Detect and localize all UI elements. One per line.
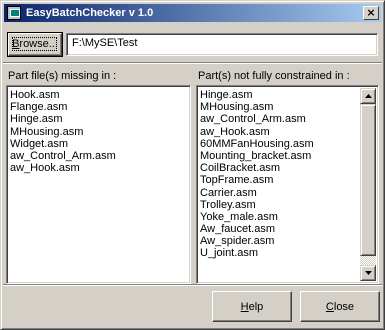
help-label: Help bbox=[240, 301, 264, 313]
title-bar[interactable]: EasyBatchChecker v 1.0 × bbox=[4, 4, 381, 22]
browse-label: Browse... bbox=[12, 38, 58, 50]
not-constrained-list[interactable]: Hinge.asm MHousing.asm aw_Control_Arm.as… bbox=[196, 85, 379, 284]
window-title: EasyBatchChecker v 1.0 bbox=[26, 7, 154, 19]
list-item[interactable]: Hinge.asm bbox=[200, 89, 314, 101]
list-item[interactable]: aw_Hook.asm bbox=[200, 126, 314, 138]
scroll-up-arrow-icon bbox=[365, 94, 372, 98]
scrollbar-thumb[interactable] bbox=[360, 104, 376, 256]
list-item[interactable]: CoilBracket.asm bbox=[200, 162, 314, 174]
help-button[interactable]: Help bbox=[212, 291, 292, 322]
top-divider bbox=[3, 62, 382, 64]
list-item[interactable]: aw_Hook.asm bbox=[10, 162, 116, 174]
not-constrained-items: Hinge.asm MHousing.asm aw_Control_Arm.as… bbox=[200, 89, 314, 260]
close-label: Close bbox=[325, 301, 355, 313]
list-item[interactable]: U_joint.asm bbox=[200, 247, 314, 259]
list-item[interactable]: aw_Control_Arm.asm bbox=[200, 113, 314, 125]
list-item[interactable]: TopFrame.asm bbox=[200, 174, 314, 186]
folder-path-field[interactable]: F:\MySE\Test bbox=[66, 33, 378, 56]
scroll-down-arrow-icon bbox=[365, 271, 372, 275]
vertical-scrollbar[interactable] bbox=[360, 88, 376, 281]
scroll-down-button[interactable] bbox=[360, 265, 376, 281]
folder-path-value: F:\MySE\Test bbox=[72, 37, 138, 49]
close-button[interactable]: Close bbox=[300, 291, 380, 322]
list-item[interactable]: aw_Control_Arm.asm bbox=[10, 150, 116, 162]
browse-button[interactable]: Browse... bbox=[7, 32, 63, 57]
list-item[interactable]: Trolley.asm bbox=[200, 199, 314, 211]
app-window-icon[interactable] bbox=[7, 6, 21, 20]
missing-parts-label: Part file(s) missing in : bbox=[8, 70, 117, 82]
main-window: EasyBatchChecker v 1.0 × Browse... F:\My… bbox=[0, 0, 385, 330]
missing-parts-items: Hook.asm Flange.asm Hinge.asm MHousing.a… bbox=[10, 89, 116, 174]
list-item[interactable]: MHousing.asm bbox=[10, 126, 116, 138]
list-item[interactable]: Carrier.asm bbox=[200, 187, 314, 199]
list-item[interactable]: Mounting_bracket.asm bbox=[200, 150, 314, 162]
list-item[interactable]: MHousing.asm bbox=[200, 101, 314, 113]
list-item[interactable]: Flange.asm bbox=[10, 101, 116, 113]
bottom-divider bbox=[3, 284, 382, 286]
scroll-up-button[interactable] bbox=[360, 88, 376, 104]
list-item[interactable]: Aw_faucet.asm bbox=[200, 223, 314, 235]
missing-parts-list[interactable]: Hook.asm Flange.asm Hinge.asm MHousing.a… bbox=[6, 85, 191, 284]
window-close-button[interactable]: × bbox=[363, 6, 379, 20]
list-item[interactable]: Hook.asm bbox=[10, 89, 116, 101]
list-item[interactable]: Yoke_male.asm bbox=[200, 211, 314, 223]
list-item[interactable]: Widget.asm bbox=[10, 138, 116, 150]
list-item[interactable]: 60MMFanHousing.asm bbox=[200, 138, 314, 150]
list-item[interactable]: Aw_spider.asm bbox=[200, 235, 314, 247]
list-item[interactable]: Hinge.asm bbox=[10, 113, 116, 125]
not-constrained-label: Part(s) not fully constrained in : bbox=[198, 70, 350, 82]
